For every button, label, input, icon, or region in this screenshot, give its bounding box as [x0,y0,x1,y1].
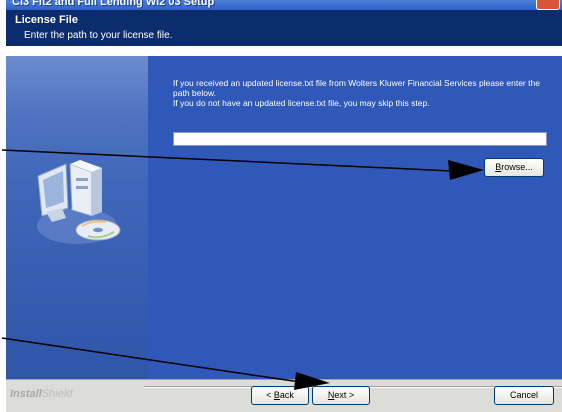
back-button-label: < Back [266,390,294,400]
browse-button[interactable]: Browse... [484,158,544,177]
close-icon[interactable] [536,0,560,10]
page-title: License File [15,14,78,26]
info-text: If you received an updated license.txt f… [173,78,553,108]
side-panel [6,56,148,379]
back-button[interactable]: < Back [251,386,309,405]
main-panel: If you received an updated license.txt f… [148,56,562,379]
info-line-2: If you do not have an updated license.tx… [173,98,430,108]
browse-button-label: Browse... [495,162,533,172]
license-path-input[interactable] [173,132,547,146]
brand-part-2: Shield [41,388,73,400]
header-banner: License File Enter the path to your lice… [6,10,562,46]
page-subtitle: Enter the path to your license file. [24,30,173,41]
brand-part-1: Install [10,388,42,400]
footer-bar: InstallShield < Back Next > Cancel [6,379,562,412]
window-title: CI3 Fit2 and Full Lending Wi2 03 Setup [12,0,215,8]
installshield-logo: InstallShield [10,388,72,400]
computer-setup-icon [37,160,121,244]
next-button[interactable]: Next > [312,386,370,405]
setup-window: CI3 Fit2 and Full Lending Wi2 03 Setup L… [6,0,562,412]
info-line-1: If you received an updated license.txt f… [173,78,540,98]
title-bar: CI3 Fit2 and Full Lending Wi2 03 Setup [6,0,562,10]
side-panel-glow [6,56,148,116]
cancel-button[interactable]: Cancel [494,386,554,405]
next-button-label: Next > [327,390,355,400]
cancel-button-label: Cancel [509,390,538,400]
header-gap [6,47,562,56]
